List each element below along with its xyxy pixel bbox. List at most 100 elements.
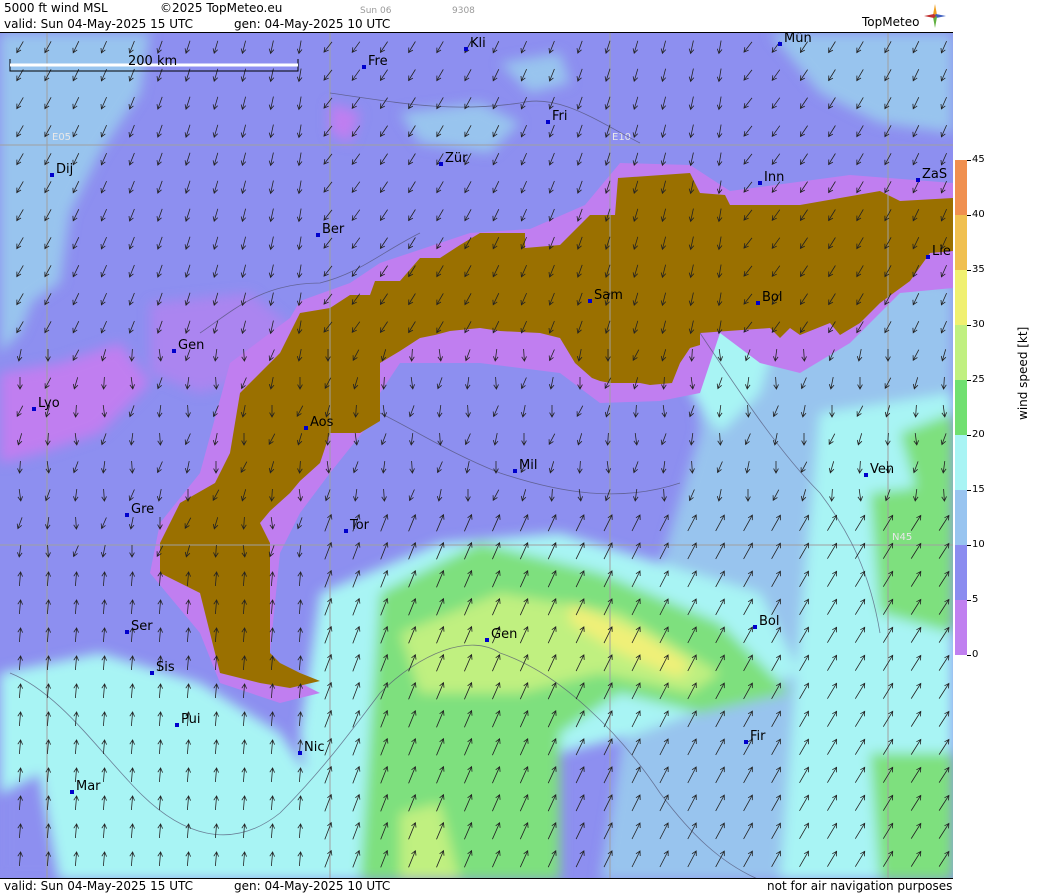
city-label: Ber <box>322 222 345 237</box>
product-title: 5000 ft wind MSL <box>4 1 108 15</box>
colorbar-segment <box>955 545 967 600</box>
colorbar-segment <box>955 325 967 380</box>
city-label: Tor <box>349 518 370 533</box>
topmeteo-logo: TopMeteo <box>862 15 920 29</box>
colorbar-tick-mark <box>967 655 971 656</box>
city-label: Gen <box>178 338 204 353</box>
footer-gen: gen: 04-May-2025 10 UTC <box>234 879 391 893</box>
city-dot <box>125 630 129 634</box>
colorbar-tick-mark <box>967 215 971 216</box>
city-label: Ser <box>131 619 153 634</box>
faint-code: 9308 <box>452 6 475 16</box>
city-dot <box>588 299 592 303</box>
footer-bar: valid: Sun 04-May-2025 15 UTC gen: 04-Ma… <box>0 879 953 893</box>
valid-time: valid: Sun 04-May-2025 15 UTC <box>4 17 193 31</box>
city-label: Pui <box>181 712 200 727</box>
city-dot <box>744 740 748 744</box>
city-dot <box>758 181 762 185</box>
colorbar-tick-label: 10 <box>972 539 985 550</box>
colorbar-segment <box>955 160 967 215</box>
footer-valid: valid: Sun 04-May-2025 15 UTC <box>4 879 193 893</box>
city-label: Mil <box>519 458 537 473</box>
city-label: Mün <box>784 33 812 46</box>
colorbar-tick-mark <box>967 325 971 326</box>
colorbar-tick-mark <box>967 600 971 601</box>
city-dot <box>70 790 74 794</box>
city-dot <box>756 301 760 305</box>
colorbar-tick-mark <box>967 270 971 271</box>
city-dot <box>778 42 782 46</box>
city-dot <box>298 751 302 755</box>
city-label: Fri <box>552 109 568 124</box>
city-dot <box>32 407 36 411</box>
city-dot <box>916 178 920 182</box>
city-dot <box>50 173 54 177</box>
grid-label-n45: N45 <box>892 532 912 543</box>
colorbar-tick-mark <box>967 490 971 491</box>
city-label: Nic <box>304 740 324 755</box>
colorbar-segment <box>955 380 967 435</box>
city-dot <box>864 473 868 477</box>
city-dot <box>175 723 179 727</box>
colorbar-tick-mark <box>967 545 971 546</box>
city-dot <box>546 120 550 124</box>
colorbar-tick-label: 35 <box>972 264 985 275</box>
city-label: Aos <box>310 415 334 430</box>
colorbar-tick-label: 15 <box>972 484 985 495</box>
city-label: Mar <box>76 779 101 794</box>
colorbar-tick-label: 40 <box>972 209 985 220</box>
city-dot <box>172 349 176 353</box>
colorbar-segment <box>955 215 967 270</box>
city-dot <box>150 671 154 675</box>
footer-disclaimer: not for air navigation purposes <box>767 879 953 893</box>
copyright-text: ©2025 TopMeteo.eu <box>160 1 283 15</box>
wind-speed-colorbar <box>955 160 967 655</box>
header-bar: 5000 ft wind MSL ©2025 TopMeteo.eu Sun 0… <box>0 0 953 32</box>
city-label: Inn <box>764 170 784 185</box>
city-dot <box>304 426 308 430</box>
city-label: ZaS <box>922 167 947 182</box>
colorbar-tick-label: 5 <box>972 594 979 605</box>
colorbar-tick-mark <box>967 160 971 161</box>
colorbar-tick-mark <box>967 380 971 381</box>
city-label: Ven <box>870 462 894 477</box>
city-label: Lyo <box>38 396 60 411</box>
colorbar-segment <box>955 270 967 325</box>
colorbar-tick-label: 0 <box>972 649 979 660</box>
city-label: Bol <box>762 290 782 305</box>
gen-time: gen: 04-May-2025 10 UTC <box>234 17 391 31</box>
city-dot <box>485 638 489 642</box>
wind-map[interactable]: E05 E10 N45 200 km Kli Mün Fre Fri Dij Zür Inn… <box>0 32 953 879</box>
city-label: Dij <box>56 162 73 177</box>
city-label: Gre <box>131 502 154 517</box>
colorbar-label: wind speed [kt] <box>1016 326 1030 420</box>
city-label: Fre <box>368 54 388 69</box>
city-dot <box>513 469 517 473</box>
city-dot <box>464 47 468 51</box>
city-label: Fir <box>750 729 766 744</box>
city-dot <box>753 625 757 629</box>
city-dot <box>125 513 129 517</box>
city-label: Bol <box>759 614 779 629</box>
grid-label-e05: E05 <box>52 132 71 143</box>
city-label: Kli <box>470 36 486 51</box>
colorbar-tick-label: 30 <box>972 319 985 330</box>
colorbar-segment <box>955 435 967 490</box>
colorbar-tick-label: 20 <box>972 429 985 440</box>
colorbar-tick-mark <box>967 435 971 436</box>
city-dot <box>439 162 443 166</box>
map-svg: E05 E10 N45 200 km Kli MünFreFriDijZürInn… <box>0 33 953 878</box>
city-dot <box>344 529 348 533</box>
city-label: Gen <box>491 627 517 642</box>
city-dot <box>362 65 366 69</box>
city-label: Sam <box>594 288 623 303</box>
colorbar-segment <box>955 600 967 655</box>
city-dot <box>316 233 320 237</box>
faint-day: Sun 06 <box>360 6 392 16</box>
colorbar-tick-label: 25 <box>972 374 985 385</box>
city-label: Zür <box>445 151 468 166</box>
city-dot <box>926 255 930 259</box>
colorbar-segment <box>955 490 967 545</box>
compass-logo-icon <box>924 4 946 28</box>
scale-label: 200 km <box>128 54 177 69</box>
